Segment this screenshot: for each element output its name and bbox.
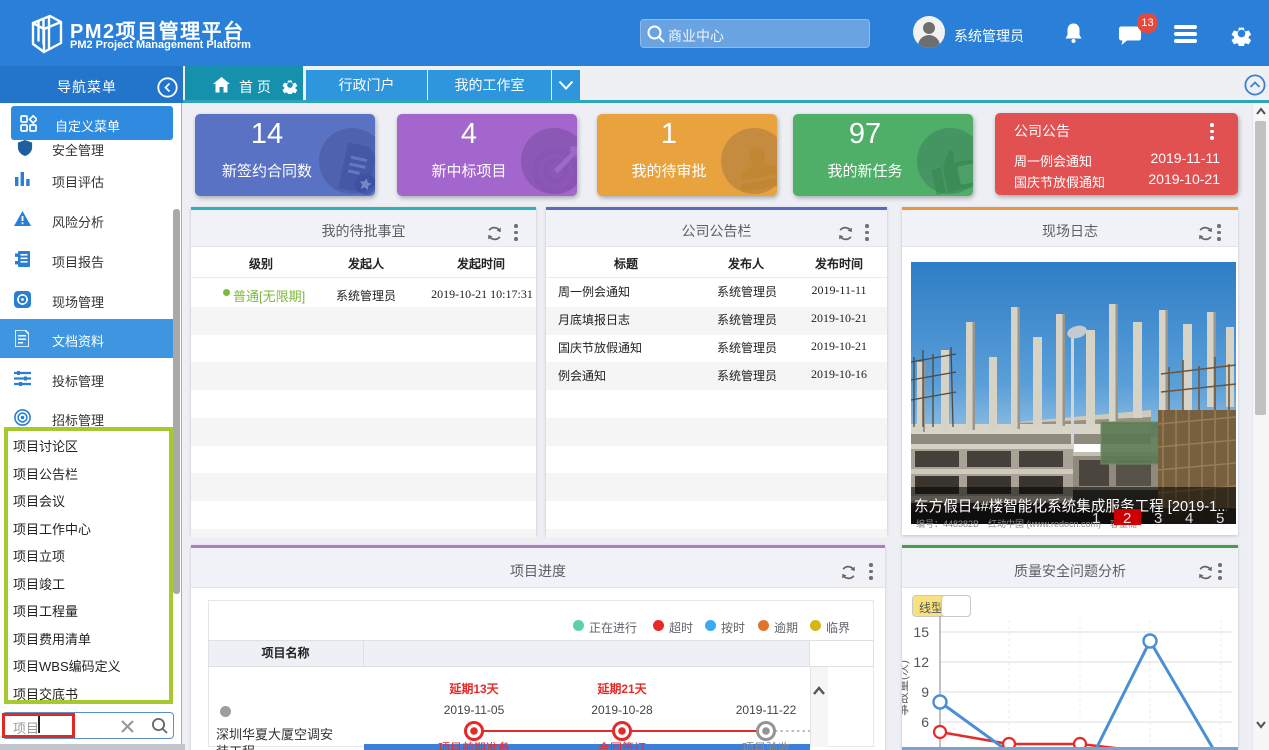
- svg-text:6: 6: [921, 714, 929, 730]
- svg-text:延期13天: 延期13天: [448, 681, 499, 696]
- svg-text:9: 9: [921, 684, 929, 700]
- svg-text:项目验收: 项目验收: [742, 740, 790, 750]
- svg-text:合同签订: 合同签订: [598, 740, 646, 750]
- svg-text:延期21天: 延期21天: [596, 681, 647, 696]
- svg-text:15: 15: [913, 624, 929, 640]
- svg-text:2019-11-05: 2019-11-05: [444, 703, 505, 717]
- svg-text:事故量(次): 事故量(次): [902, 660, 910, 716]
- svg-text:2019-11-22: 2019-11-22: [736, 703, 797, 717]
- svg-text:2019-10-28: 2019-10-28: [591, 703, 653, 717]
- svg-text:项目前期准备: 项目前期准备: [438, 740, 510, 750]
- svg-text:12: 12: [913, 654, 929, 670]
